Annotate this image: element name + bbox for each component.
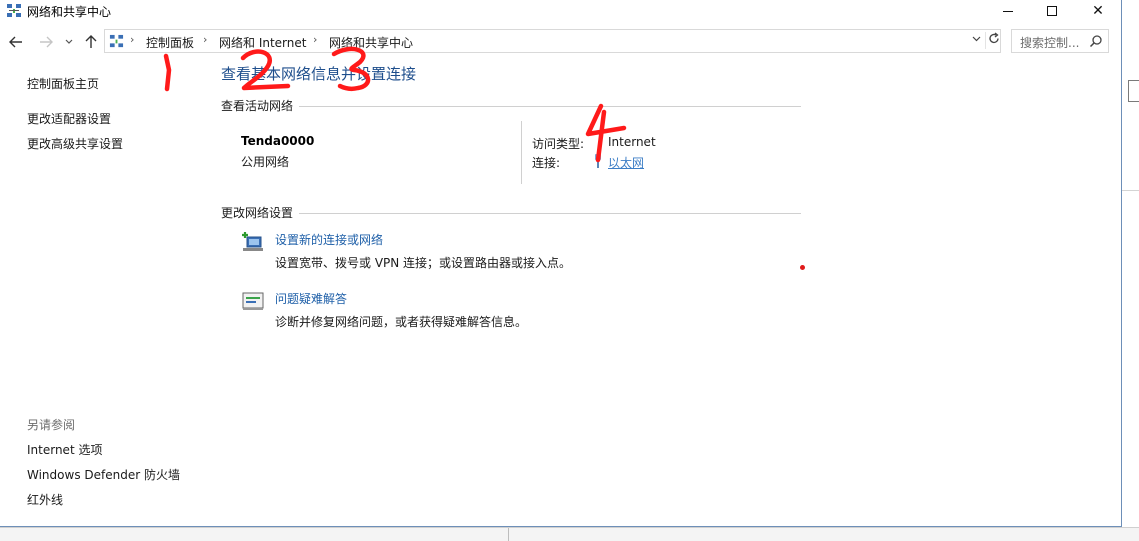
window-title: 网络和共享中心 [27, 5, 112, 19]
internet-options-link[interactable]: Internet 选项 [27, 441, 102, 458]
setup-new-connection-link[interactable]: 设置新的连接或网络 [275, 231, 383, 248]
infrared-link[interactable]: 红外线 [27, 491, 63, 508]
access-type-value: Internet [608, 135, 656, 149]
ethernet-icon [595, 154, 601, 168]
title-bar[interactable]: 网络和共享中心 ✕ [0, 0, 1122, 22]
new-connection-icon [242, 232, 263, 251]
control-panel-home-link[interactable]: 控制面板主页 [27, 75, 99, 92]
close-button[interactable]: ✕ [1075, 0, 1121, 22]
breadcrumb-network-sharing-center[interactable]: 网络和共享中心 [329, 34, 413, 51]
breadcrumb-separator[interactable]: › [313, 33, 317, 46]
breadcrumb-control-panel[interactable]: 控制面板 [146, 34, 194, 51]
ethernet-connection-link[interactable]: 以太网 [608, 154, 644, 171]
search-input[interactable]: 搜索控制... [1011, 29, 1109, 53]
recent-locations-button[interactable] [62, 32, 76, 52]
arrow-up-icon [85, 35, 97, 48]
breadcrumb-network-internet[interactable]: 网络和 Internet [219, 34, 306, 51]
see-also-heading: 另请参阅 [27, 418, 76, 432]
back-button[interactable] [6, 32, 26, 52]
network-category-link[interactable]: 公用网络 [241, 153, 289, 170]
setup-new-connection-desc: 设置宽带、拨号或 VPN 连接；或设置路由器或接入点。 [275, 256, 572, 270]
arrow-right-icon [40, 36, 53, 48]
background-window-bottom [0, 527, 1139, 541]
refresh-button[interactable] [985, 32, 1001, 49]
breadcrumb-separator[interactable]: › [203, 33, 207, 46]
troubleshoot-icon [242, 292, 264, 310]
search-placeholder: 搜索控制... [1020, 36, 1080, 50]
vertical-divider [521, 121, 522, 184]
windows-defender-firewall-link[interactable]: Windows Defender 防火墙 [27, 466, 180, 483]
search-icon[interactable] [1089, 34, 1103, 48]
red-dot-mark [800, 265, 805, 270]
chevron-down-icon [972, 36, 980, 42]
control-panel-icon [109, 34, 124, 48]
section-divider [299, 213, 801, 214]
navigation-bar: › 控制面板 › 网络和 Internet › 网络和共享中心 搜索控制... [0, 29, 1122, 55]
page-title: 查看基本网络信息并设置连接 [221, 65, 417, 83]
connection-label: 连接: [532, 156, 561, 170]
maximize-button[interactable] [1029, 0, 1075, 22]
address-dropdown-button[interactable] [969, 34, 983, 45]
change-network-settings-header: 更改网络设置 [221, 206, 294, 220]
minimize-button[interactable] [985, 0, 1031, 22]
arrow-left-icon [9, 36, 22, 48]
network-name: Tenda0000 [241, 134, 315, 148]
chevron-down-icon [65, 39, 73, 44]
minimize-icon [1003, 10, 1013, 12]
refresh-icon [988, 32, 999, 44]
change-advanced-sharing-link[interactable]: 更改高级共享设置 [27, 135, 123, 152]
section-divider [299, 106, 801, 107]
change-adapter-settings-link[interactable]: 更改适配器设置 [27, 110, 111, 127]
left-task-pane: 控制面板主页 更改适配器设置 更改高级共享设置 另请参阅 Internet 选项… [0, 60, 200, 520]
background-window-edge [1122, 0, 1139, 541]
troubleshoot-link[interactable]: 问题疑难解答 [275, 290, 347, 307]
up-button[interactable] [81, 32, 101, 52]
background-window-control [1128, 80, 1139, 102]
network-icon [7, 4, 21, 17]
active-networks-header: 查看活动网络 [221, 99, 294, 113]
access-type-label: 访问类型: [532, 137, 585, 151]
background-divider [1122, 190, 1139, 191]
breadcrumb-separator[interactable]: › [130, 33, 134, 46]
troubleshoot-desc: 诊断并修复网络问题，或者获得疑难解答信息。 [275, 315, 528, 329]
maximize-icon [1047, 6, 1057, 16]
background-divider [508, 528, 509, 541]
forward-button[interactable] [36, 32, 56, 52]
main-content: 查看基本网络信息并设置连接 查看活动网络 Tenda0000 公用网络 访问类型… [205, 60, 805, 360]
address-bar[interactable]: › 控制面板 › 网络和 Internet › 网络和共享中心 [104, 29, 1001, 53]
network-sharing-center-window: 网络和共享中心 ✕ › 控制面板 › 网络和 Internet › 网络和共享中… [0, 0, 1122, 527]
close-icon: ✕ [1092, 3, 1104, 19]
